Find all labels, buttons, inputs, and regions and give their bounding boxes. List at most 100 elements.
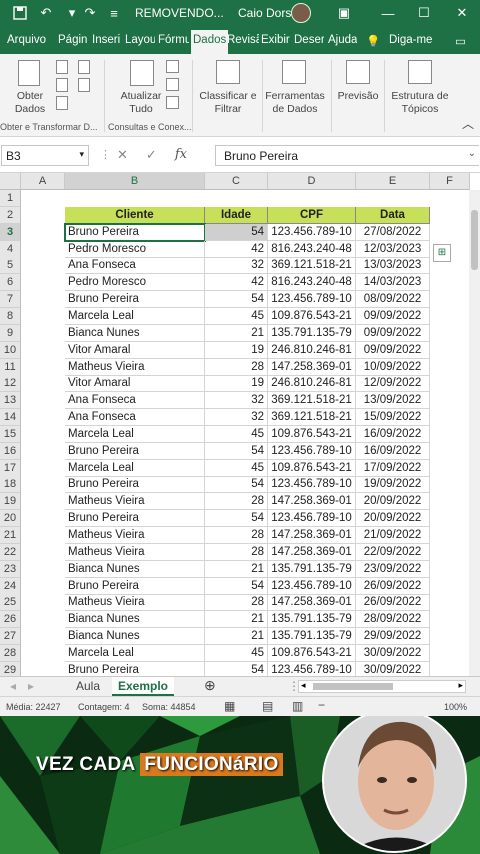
lightbulb-icon[interactable]: 💡 <box>366 34 380 48</box>
table-cell[interactable]: 123.456.789-10 <box>268 577 356 595</box>
table-cell[interactable]: 32 <box>205 257 268 275</box>
table-cell[interactable]: 54 <box>205 661 268 676</box>
row-header[interactable]: 9 <box>0 324 21 342</box>
redo-icon[interactable]: ↷ <box>80 4 100 22</box>
row-header[interactable]: 5 <box>0 257 21 275</box>
table-cell[interactable]: 20/09/2022 <box>356 510 430 528</box>
table-cell[interactable]: 30/09/2022 <box>356 644 430 662</box>
table-cell[interactable]: Bianca Nunes <box>65 628 205 646</box>
table-cell[interactable]: 816.243.240-48 <box>268 240 356 258</box>
tab-dados[interactable]: Dados <box>191 30 229 54</box>
properties-icon[interactable] <box>166 78 179 91</box>
table-cell[interactable]: 123.456.789-10 <box>268 442 356 460</box>
table-cell[interactable]: 123.456.789-10 <box>268 476 356 494</box>
worksheet-grid[interactable]: ABCDEF 1 2 Cliente Idade CPF Data 3 Bruno Perei… <box>0 173 480 676</box>
table-cell[interactable]: Bruno Pereira <box>65 476 205 494</box>
table-cell[interactable]: 109.876.543-21 <box>268 425 356 443</box>
table-cell[interactable]: 369.121.518-21 <box>268 257 356 275</box>
table-cell[interactable]: Vitor Amaral <box>65 375 205 393</box>
row-header[interactable]: 7 <box>0 291 21 309</box>
table-cell[interactable]: 29/09/2022 <box>356 628 430 646</box>
formula-input[interactable]: Bruno Pereira <box>215 145 479 166</box>
table-cell[interactable]: Bruno Pereira <box>65 291 205 309</box>
from-text-icon[interactable] <box>56 60 68 74</box>
row-header[interactable]: 4 <box>0 240 21 258</box>
scroll-right-icon[interactable]: ▸ <box>458 680 463 691</box>
table-cell[interactable]: 30/09/2022 <box>356 661 430 676</box>
table-cell[interactable]: 27/08/2022 <box>356 223 430 241</box>
tab-formulas[interactable]: Fórmu <box>158 34 189 46</box>
table-cell[interactable]: 109.876.543-21 <box>268 459 356 477</box>
table-cell[interactable]: 54 <box>205 291 268 309</box>
row-header[interactable]: 8 <box>0 307 21 325</box>
ferramentas-dados-button[interactable]: Ferramentas de Dados <box>264 90 326 116</box>
table-cell[interactable]: 19 <box>205 341 268 359</box>
table-cell[interactable]: Marcela Leal <box>65 307 205 325</box>
table-cell[interactable]: 13/03/2023 <box>356 257 430 275</box>
table-cell[interactable]: 147.258.369-01 <box>268 358 356 376</box>
column-header-f[interactable]: F <box>430 173 470 190</box>
cancel-icon[interactable]: ✕ <box>117 147 128 163</box>
estrutura-topicos-button[interactable]: Estrutura de Tópicos <box>388 90 452 116</box>
table-cell[interactable]: 21 <box>205 324 268 342</box>
table-cell[interactable]: Pedro Moresco <box>65 274 205 292</box>
table-cell[interactable]: 123.456.789-10 <box>268 223 356 241</box>
minimize-icon[interactable]: — <box>378 4 398 22</box>
table-cell[interactable]: 26/09/2022 <box>356 594 430 612</box>
table-cell[interactable]: 135.791.135-79 <box>268 324 356 342</box>
table-cell[interactable]: 369.121.518-21 <box>268 392 356 410</box>
table-cell[interactable]: 54 <box>205 442 268 460</box>
ribbon-display-icon[interactable]: ▣ <box>334 4 354 22</box>
name-box[interactable]: B3 ▾ <box>1 145 89 166</box>
vertical-scrollbar[interactable] <box>469 190 480 676</box>
row-header[interactable]: 18 <box>0 476 21 494</box>
table-cell[interactable]: 19/09/2022 <box>356 476 430 494</box>
edit-links-icon[interactable] <box>166 96 179 109</box>
table-cell[interactable]: 135.791.135-79 <box>268 611 356 629</box>
column-header-a[interactable]: A <box>21 173 65 190</box>
sheet-tab-aula[interactable]: Aula <box>70 677 106 696</box>
table-cell[interactable]: Vitor Amaral <box>65 341 205 359</box>
table-cell[interactable]: 109.876.543-21 <box>268 644 356 662</box>
table-cell[interactable]: 16/09/2022 <box>356 425 430 443</box>
column-header-c[interactable]: C <box>205 173 268 190</box>
table-cell[interactable]: 816.243.240-48 <box>268 274 356 292</box>
row-header[interactable]: 16 <box>0 442 21 460</box>
table-cell[interactable]: 45 <box>205 459 268 477</box>
table-cell[interactable]: 26/09/2022 <box>356 577 430 595</box>
table-cell[interactable]: 246.810.246-81 <box>268 341 356 359</box>
row-header[interactable]: 24 <box>0 577 21 595</box>
table-cell[interactable]: 45 <box>205 307 268 325</box>
table-cell[interactable]: 13/09/2022 <box>356 392 430 410</box>
table-cell[interactable]: Matheus Vieira <box>65 543 205 561</box>
table-cell[interactable]: Bianca Nunes <box>65 611 205 629</box>
table-cell[interactable]: Matheus Vieira <box>65 527 205 544</box>
scroll-sheets-left-icon[interactable]: ◂ <box>4 677 22 696</box>
table-cell[interactable]: 28 <box>205 493 268 511</box>
zoom-out-icon[interactable]: − <box>318 698 325 712</box>
sheet-tab-exemplo[interactable]: Exemplo <box>112 677 175 696</box>
table-cell[interactable]: Bianca Nunes <box>65 560 205 578</box>
row-header[interactable]: 13 <box>0 392 21 410</box>
table-cell[interactable]: 14/03/2023 <box>356 274 430 292</box>
table-cell[interactable]: Ana Fonseca <box>65 409 205 427</box>
row-header[interactable]: 2 <box>0 206 21 224</box>
table-cell[interactable]: Bruno Pereira <box>65 442 205 460</box>
table-cell[interactable]: 21 <box>205 560 268 578</box>
column-header-d[interactable]: D <box>268 173 356 190</box>
recent-sources-icon[interactable] <box>78 60 90 74</box>
row-header[interactable]: 17 <box>0 459 21 477</box>
outline-icon[interactable] <box>408 60 432 84</box>
table-cell[interactable]: Pedro Moresco <box>65 240 205 258</box>
existing-connections-icon[interactable] <box>78 78 90 92</box>
customize-qat-icon[interactable]: ≡ <box>104 4 124 22</box>
table-cell[interactable]: Bruno Pereira <box>65 661 205 676</box>
insert-function-icon[interactable]: fx <box>175 147 187 163</box>
table-cell[interactable]: Ana Fonseca <box>65 257 205 275</box>
table-cell[interactable]: 54 <box>205 223 268 241</box>
row-header[interactable]: 6 <box>0 274 21 292</box>
table-cell[interactable]: 54 <box>205 510 268 528</box>
add-sheet-icon[interactable]: ⊕ <box>198 675 222 694</box>
expand-formula-icon[interactable]: ⌄ <box>468 148 476 159</box>
table-header-cell[interactable]: Data <box>356 206 430 224</box>
